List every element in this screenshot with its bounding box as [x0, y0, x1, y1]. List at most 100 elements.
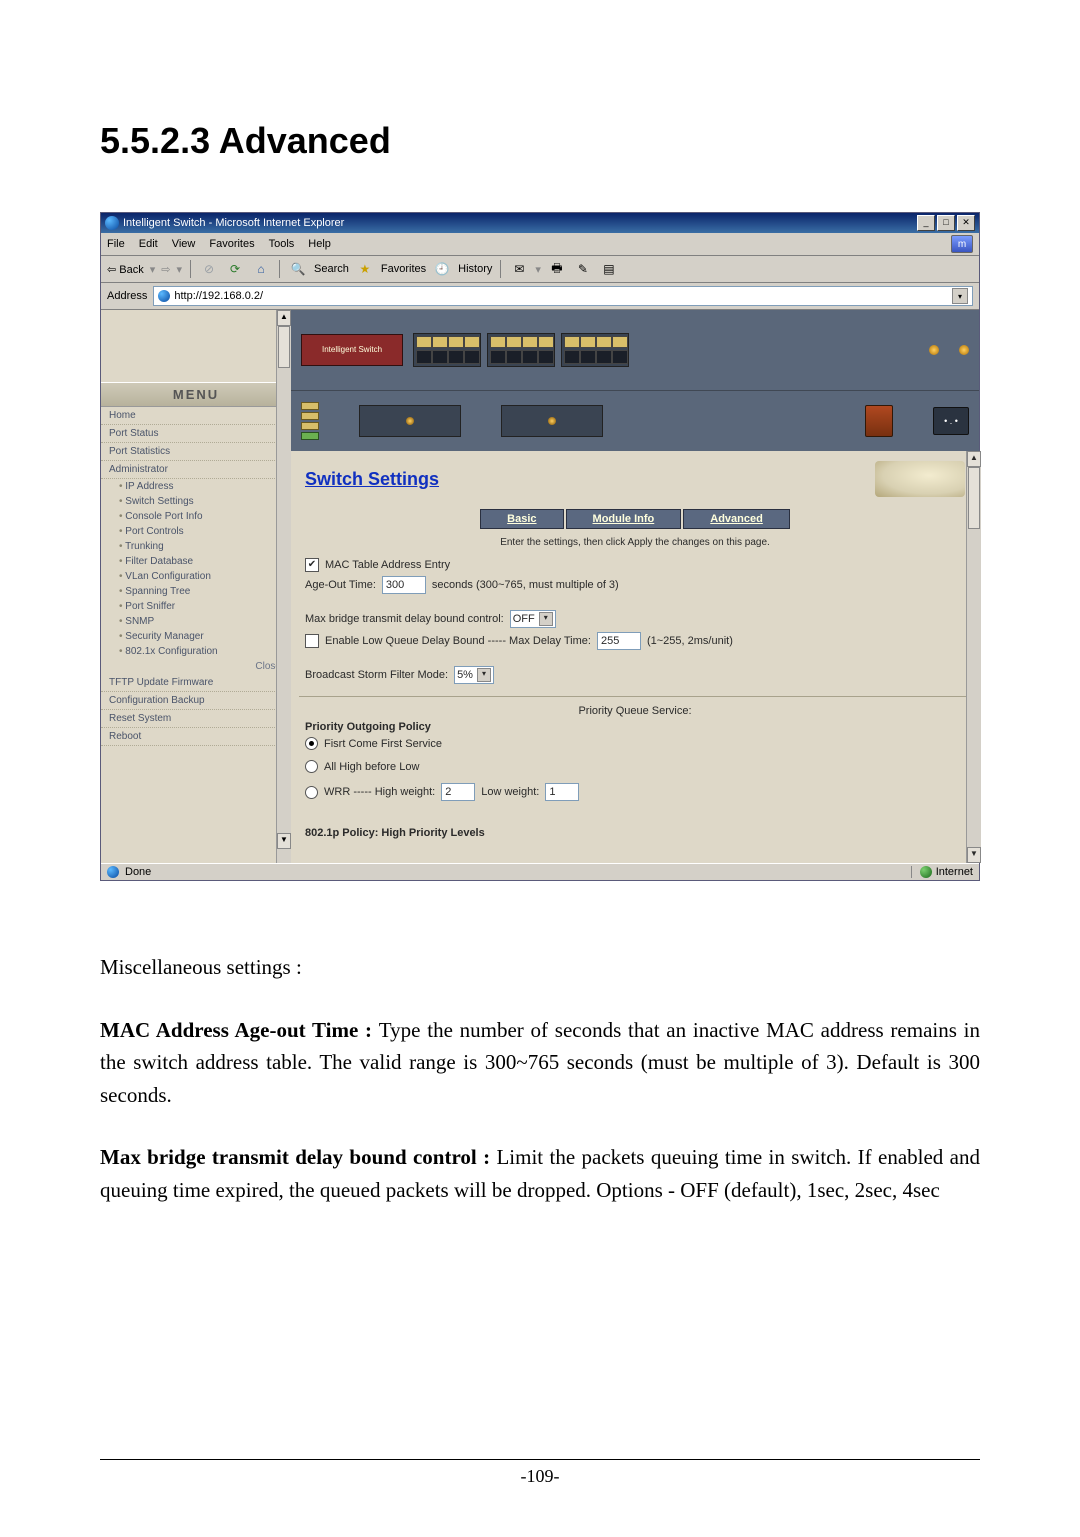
radio-wrr[interactable]	[305, 786, 318, 799]
maximize-button[interactable]: □	[937, 215, 955, 231]
main-scrollbar[interactable]: ▲ ▼	[966, 451, 981, 863]
sidebar-sub-ip-address[interactable]: IP Address	[101, 479, 291, 494]
sidebar-item-config-backup[interactable]: Configuration Backup	[101, 692, 291, 710]
para-bridge-transmit: Max bridge transmit delay bound control …	[100, 1141, 980, 1206]
section-heading: 5.5.2.3 Advanced	[100, 120, 980, 162]
menu-help[interactable]: Help	[308, 238, 331, 250]
policy-1p-heading: 802.1p Policy: High Priority Levels	[305, 827, 965, 839]
menu-favorites[interactable]: Favorites	[209, 238, 254, 250]
main-scroll-up-icon[interactable]: ▲	[967, 451, 981, 467]
scroll-thumb[interactable]	[278, 326, 290, 368]
device-label: Intelligent Switch	[301, 334, 403, 366]
favorites-button[interactable]: Favorites	[381, 263, 426, 275]
misc-settings-heading: Miscellaneous settings :	[100, 951, 980, 984]
lowq-input[interactable]: 255	[597, 632, 641, 650]
sidebar-sub-filter-database[interactable]: Filter Database	[101, 554, 291, 569]
address-input[interactable]: http://192.168.0.2/ ▾	[153, 286, 973, 306]
menu-header: MENU	[101, 382, 291, 407]
back-button[interactable]: ⇦ Back	[107, 263, 144, 276]
ie-window: Intelligent Switch - Microsoft Internet …	[100, 212, 980, 881]
menu-file[interactable]: File	[107, 238, 125, 250]
address-dropdown-icon[interactable]: ▾	[952, 288, 968, 304]
wrr-high-input[interactable]: 2	[441, 783, 475, 801]
status-zone-label: Internet	[936, 866, 973, 878]
page-title: Switch Settings	[305, 469, 439, 490]
forward-button[interactable]: ⇨	[161, 263, 170, 276]
ageout-label: Age-Out Time:	[305, 579, 376, 591]
sidebar-sub-snmp[interactable]: SNMP	[101, 614, 291, 629]
sidebar-item-port-statistics[interactable]: Port Statistics	[101, 443, 291, 461]
priority-header: Priority Queue Service:	[305, 705, 965, 717]
msn-icon[interactable]: m	[951, 235, 973, 253]
page-content: ▲ ▼ MENU Home Port Status Port Statistic…	[101, 310, 979, 863]
tab-module-info[interactable]: Module Info	[566, 509, 682, 529]
radio-fcfs[interactable]	[305, 737, 318, 750]
sidebar-close[interactable]: Close	[101, 659, 291, 674]
window-title: Intelligent Switch - Microsoft Internet …	[123, 217, 344, 229]
ageout-suffix: seconds (300~765, must multiple of 3)	[432, 579, 619, 591]
discuss-icon[interactable]: ▤	[599, 259, 619, 279]
lowq-checkbox[interactable]	[305, 634, 319, 648]
status-text: Done	[125, 866, 151, 878]
priority-policy-heading: Priority Outgoing Policy	[305, 721, 965, 733]
sidebar-sub-port-controls[interactable]: Port Controls	[101, 524, 291, 539]
sidebar-item-home[interactable]: Home	[101, 407, 291, 425]
address-value: http://192.168.0.2/	[174, 290, 263, 302]
ie-icon	[105, 216, 119, 230]
scroll-down-icon[interactable]: ▼	[277, 833, 291, 849]
sidebar-scrollbar[interactable]: ▲ ▼	[276, 310, 291, 863]
sidebar-sub-trunking[interactable]: Trunking	[101, 539, 291, 554]
storm-select[interactable]: 5% ▾	[454, 666, 494, 684]
page-footer: -109-	[100, 1459, 980, 1487]
main-scroll-thumb[interactable]	[968, 467, 980, 529]
scroll-up-icon[interactable]: ▲	[277, 310, 291, 326]
sidebar-item-administrator[interactable]: Administrator	[101, 461, 291, 479]
sidebar-item-port-status[interactable]: Port Status	[101, 425, 291, 443]
menu-edit[interactable]: Edit	[139, 238, 158, 250]
sidebar-sub-8021x-config[interactable]: 802.1x Configuration	[101, 644, 291, 659]
sidebar-item-reboot[interactable]: Reboot	[101, 728, 291, 746]
history-button[interactable]: History	[458, 263, 492, 275]
device-banner-bottom: • . •	[291, 390, 979, 451]
radio-all-high[interactable]	[305, 760, 318, 773]
ageout-input[interactable]: 300	[382, 576, 426, 594]
mail-icon[interactable]	[509, 259, 529, 279]
search-icon[interactable]	[288, 259, 308, 279]
decorative-image	[875, 461, 965, 497]
radio-all-high-label: All High before Low	[324, 761, 419, 773]
wrr-low-input[interactable]: 1	[545, 783, 579, 801]
main-scroll-down-icon[interactable]: ▼	[967, 847, 981, 863]
globe-icon	[920, 866, 932, 878]
status-zone: Internet	[911, 866, 973, 878]
favorites-icon[interactable]	[355, 259, 375, 279]
wrr-label-b: Low weight:	[481, 786, 539, 798]
sidebar-sub-switch-settings[interactable]: Switch Settings	[101, 494, 291, 509]
edit-icon[interactable]: ✎	[573, 259, 593, 279]
history-icon[interactable]	[432, 259, 452, 279]
menu-view[interactable]: View	[172, 238, 196, 250]
minimize-button[interactable]: _	[917, 215, 935, 231]
sidebar-sub-console-port-info[interactable]: Console Port Info	[101, 509, 291, 524]
link-block: • . •	[933, 407, 969, 435]
sidebar-item-tftp-update[interactable]: TFTP Update Firmware	[101, 674, 291, 692]
status-tower	[301, 402, 319, 440]
close-button[interactable]: ✕	[957, 215, 975, 231]
refresh-icon[interactable]: ⟳	[225, 259, 245, 279]
print-icon[interactable]	[547, 259, 567, 279]
stop-icon[interactable]: ⊘	[199, 259, 219, 279]
bridge-label: Max bridge transmit delay bound control:	[305, 613, 504, 625]
search-button[interactable]: Search	[314, 263, 349, 275]
tab-advanced[interactable]: Advanced	[683, 509, 790, 529]
module-slot-2	[501, 405, 603, 437]
tab-basic[interactable]: Basic	[480, 509, 563, 529]
sidebar-sub-security-manager[interactable]: Security Manager	[101, 629, 291, 644]
para-mac-ageout: MAC Address Age-out Time : Type the numb…	[100, 1014, 980, 1112]
sidebar-sub-vlan-configuration[interactable]: VLan Configuration	[101, 569, 291, 584]
bridge-select[interactable]: OFF ▾	[510, 610, 556, 628]
mac-entry-checkbox[interactable]: ✔	[305, 558, 319, 572]
sidebar-sub-port-sniffer[interactable]: Port Sniffer	[101, 599, 291, 614]
home-icon[interactable]: ⌂	[251, 259, 271, 279]
sidebar-sub-spanning-tree[interactable]: Spanning Tree	[101, 584, 291, 599]
sidebar-item-reset-system[interactable]: Reset System	[101, 710, 291, 728]
menu-tools[interactable]: Tools	[269, 238, 295, 250]
